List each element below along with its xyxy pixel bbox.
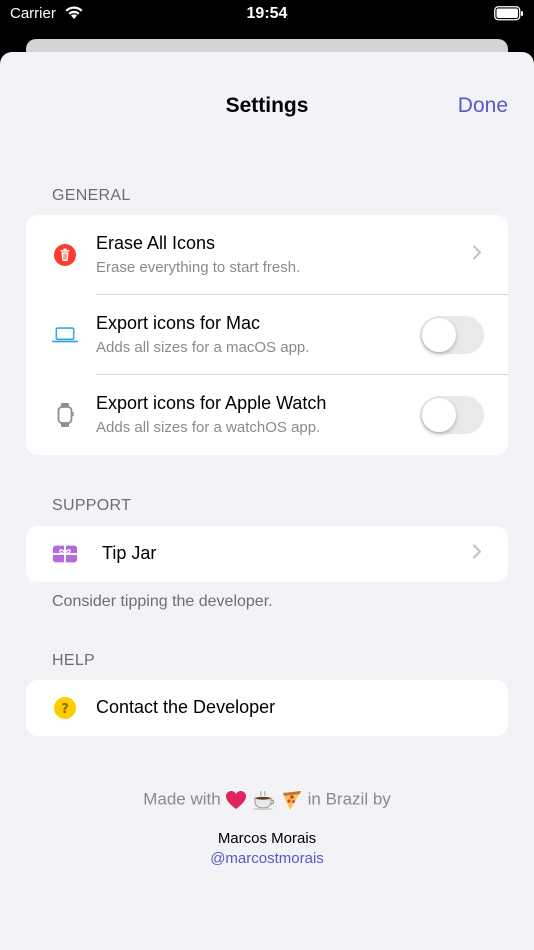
- tip-jar-title: Tip Jar: [102, 543, 157, 563]
- made-with-line: Made with in Brazil by: [0, 789, 534, 811]
- done-button[interactable]: Done: [458, 94, 508, 118]
- heart-icon: [225, 789, 252, 809]
- help-card: ? Contact the Developer: [26, 680, 508, 736]
- export-mac-subtitle: Adds all sizes for a macOS app.: [96, 339, 310, 356]
- toggle-knob: [422, 398, 456, 432]
- export-watch-title: Export icons for Apple Watch: [96, 393, 327, 413]
- general-card: Erase All Icons Erase everything to star…: [26, 215, 508, 455]
- export-watch-toggle[interactable]: [420, 396, 484, 434]
- export-watch-subtitle: Adds all sizes for a watchOS app.: [96, 419, 321, 436]
- contact-developer-row[interactable]: ? Contact the Developer: [26, 680, 508, 736]
- author-name: Marcos Morais: [217, 830, 317, 847]
- clock: 19:54: [246, 5, 288, 22]
- trash-icon: [52, 242, 78, 268]
- export-mac-row: Export icons for Mac Adds all sizes for …: [26, 295, 508, 375]
- chevron-right-icon: [472, 544, 482, 565]
- erase-all-icons-row[interactable]: Erase All Icons Erase everything to star…: [26, 215, 508, 295]
- battery-icon: [494, 6, 524, 26]
- section-header-general: GENERAL: [52, 187, 131, 204]
- made-with-prefix: Made with: [143, 789, 221, 809]
- erase-all-icons-title: Erase All Icons: [96, 233, 216, 253]
- section-header-help: HELP: [52, 652, 95, 669]
- contact-developer-title: Contact the Developer: [96, 697, 276, 717]
- question-icon: ?: [52, 695, 78, 721]
- export-mac-toggle[interactable]: [420, 316, 484, 354]
- page-title: Settings: [225, 94, 309, 117]
- support-card: Tip Jar: [26, 526, 508, 582]
- watch-icon: [52, 402, 78, 428]
- chevron-right-icon: [472, 245, 482, 266]
- made-with-suffix: in Brazil by: [307, 789, 391, 809]
- gift-icon: [52, 541, 78, 567]
- export-watch-row: Export icons for Apple Watch Adds all si…: [26, 375, 508, 455]
- section-header-support: SUPPORT: [52, 497, 132, 514]
- erase-all-icons-subtitle: Erase everything to start fresh.: [96, 259, 301, 276]
- support-footer: Consider tipping the developer.: [52, 593, 273, 610]
- tip-jar-row[interactable]: Tip Jar: [26, 526, 508, 582]
- pizza-icon: [281, 789, 308, 810]
- author-handle-link[interactable]: @marcostmorais: [0, 850, 534, 867]
- coffee-icon: [252, 789, 281, 810]
- svg-text:?: ?: [61, 702, 69, 717]
- export-mac-title: Export icons for Mac: [96, 313, 261, 333]
- laptop-icon: [52, 322, 78, 348]
- status-bar: Carrier 19:54: [0, 0, 534, 30]
- toggle-knob: [422, 318, 456, 352]
